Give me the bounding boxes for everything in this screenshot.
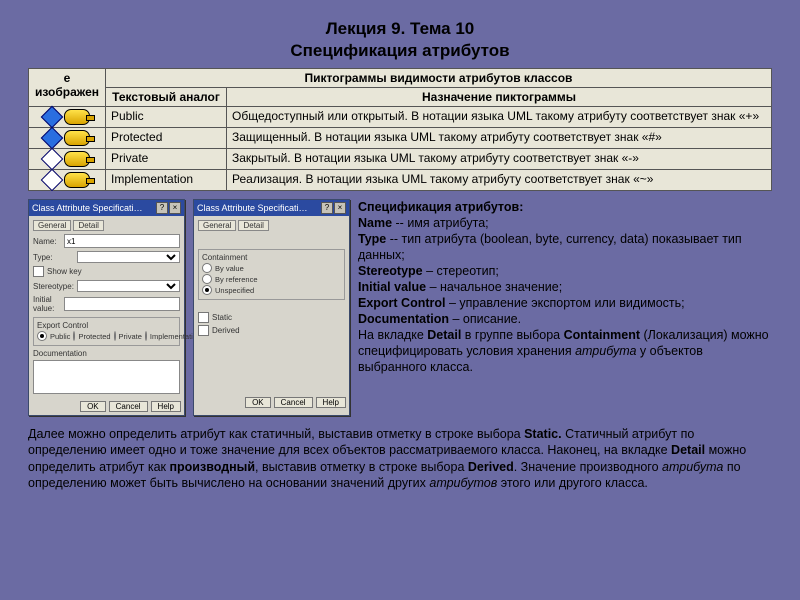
- titlebar[interactable]: Class Attribute Specificati… ?×: [194, 200, 349, 216]
- row-text: Public: [106, 107, 227, 128]
- row-desc: Защищенный. В нотации языка UML такому а…: [227, 128, 772, 149]
- bottom-paragraph: Далее можно определить атрибут как стати…: [28, 426, 772, 491]
- help-button[interactable]: Help: [151, 401, 181, 412]
- diamond-white-icon: [41, 169, 64, 192]
- static-checkbox[interactable]: [198, 312, 209, 323]
- radio[interactable]: [73, 331, 75, 341]
- tab-detail[interactable]: Detail: [73, 220, 103, 231]
- lbl-doc: Documentation: [33, 349, 180, 358]
- help-button[interactable]: Help: [316, 397, 346, 408]
- close-icon[interactable]: ×: [334, 202, 346, 214]
- row-icon: [29, 128, 106, 149]
- diamond-blue-icon: [41, 106, 64, 129]
- ok-button[interactable]: OK: [80, 401, 106, 412]
- dialog-detail: Class Attribute Specificati… ?× GeneralD…: [193, 199, 350, 416]
- diamond-blue-icon: [41, 127, 64, 150]
- export-control-group: Export Control Public Protected Private …: [33, 317, 180, 346]
- title-line1: Лекция 9. Тема 10: [326, 19, 475, 38]
- stereo-select[interactable]: [77, 280, 180, 292]
- col-text: Текстовый аналог: [106, 88, 227, 107]
- tab-general[interactable]: General: [198, 220, 236, 231]
- ok-button[interactable]: OK: [245, 397, 271, 408]
- lbl-stereo: Stereotype:: [33, 282, 77, 291]
- show-key-label: Show key: [47, 267, 82, 276]
- row-text: Implementation: [106, 170, 227, 191]
- diamond-white-icon: [41, 148, 64, 171]
- radio[interactable]: [202, 263, 212, 273]
- radio[interactable]: [37, 331, 47, 341]
- dialog-title: Class Attribute Specificati…: [197, 203, 308, 213]
- key-icon: [64, 130, 90, 146]
- tab-general[interactable]: General: [33, 220, 71, 231]
- table-heading: Пиктограммы видимости атрибутов классов: [106, 69, 772, 88]
- key-icon: [64, 172, 90, 188]
- dialog-title: Class Attribute Specificati…: [32, 203, 143, 213]
- init-field[interactable]: [64, 297, 180, 311]
- doc-textarea[interactable]: [33, 360, 180, 394]
- dialog-general: Class Attribute Specificati… ?× GeneralD…: [28, 199, 185, 416]
- cancel-button[interactable]: Cancel: [109, 401, 148, 412]
- radio[interactable]: [145, 331, 147, 341]
- row-icon: [29, 170, 106, 191]
- radio[interactable]: [202, 285, 212, 295]
- row-icon: [29, 107, 106, 128]
- col-desc: Назначение пиктограммы: [227, 88, 772, 107]
- containment-group: Containment By value By reference Unspec…: [198, 249, 345, 300]
- row-text: Protected: [106, 128, 227, 149]
- visibility-table: е изображен Пиктограммы видимости атрибу…: [28, 68, 772, 191]
- lecture-title: Лекция 9. Тема 10 Спецификация атрибутов: [28, 18, 772, 62]
- key-icon: [64, 151, 90, 167]
- row-icon: [29, 149, 106, 170]
- derived-checkbox[interactable]: [198, 325, 209, 336]
- lbl-name: Name:: [33, 237, 64, 246]
- lbl-init: Initial value:: [33, 295, 64, 313]
- row-desc: Закрытый. В нотации языка UML такому атр…: [227, 149, 772, 170]
- help-icon[interactable]: ?: [156, 202, 168, 214]
- spec-description: Спецификация атрибутов: Name -- имя атри…: [358, 199, 772, 416]
- lbl-type: Type:: [33, 253, 77, 262]
- row-text: Private: [106, 149, 227, 170]
- radio[interactable]: [114, 331, 116, 341]
- title-line2: Спецификация атрибутов: [290, 41, 509, 60]
- key-icon: [64, 109, 90, 125]
- col-icon: е изображен: [29, 69, 106, 107]
- name-field[interactable]: [64, 234, 180, 248]
- checkbox[interactable]: [33, 266, 44, 277]
- close-icon[interactable]: ×: [169, 202, 181, 214]
- tab-detail[interactable]: Detail: [238, 220, 268, 231]
- radio[interactable]: [202, 274, 212, 284]
- titlebar[interactable]: Class Attribute Specificati… ?×: [29, 200, 184, 216]
- help-icon[interactable]: ?: [321, 202, 333, 214]
- row-desc: Реализация. В нотации языка UML такому а…: [227, 170, 772, 191]
- cancel-button[interactable]: Cancel: [274, 397, 313, 408]
- row-desc: Общедоступный или открытый. В нотации яз…: [227, 107, 772, 128]
- type-select[interactable]: [77, 251, 180, 263]
